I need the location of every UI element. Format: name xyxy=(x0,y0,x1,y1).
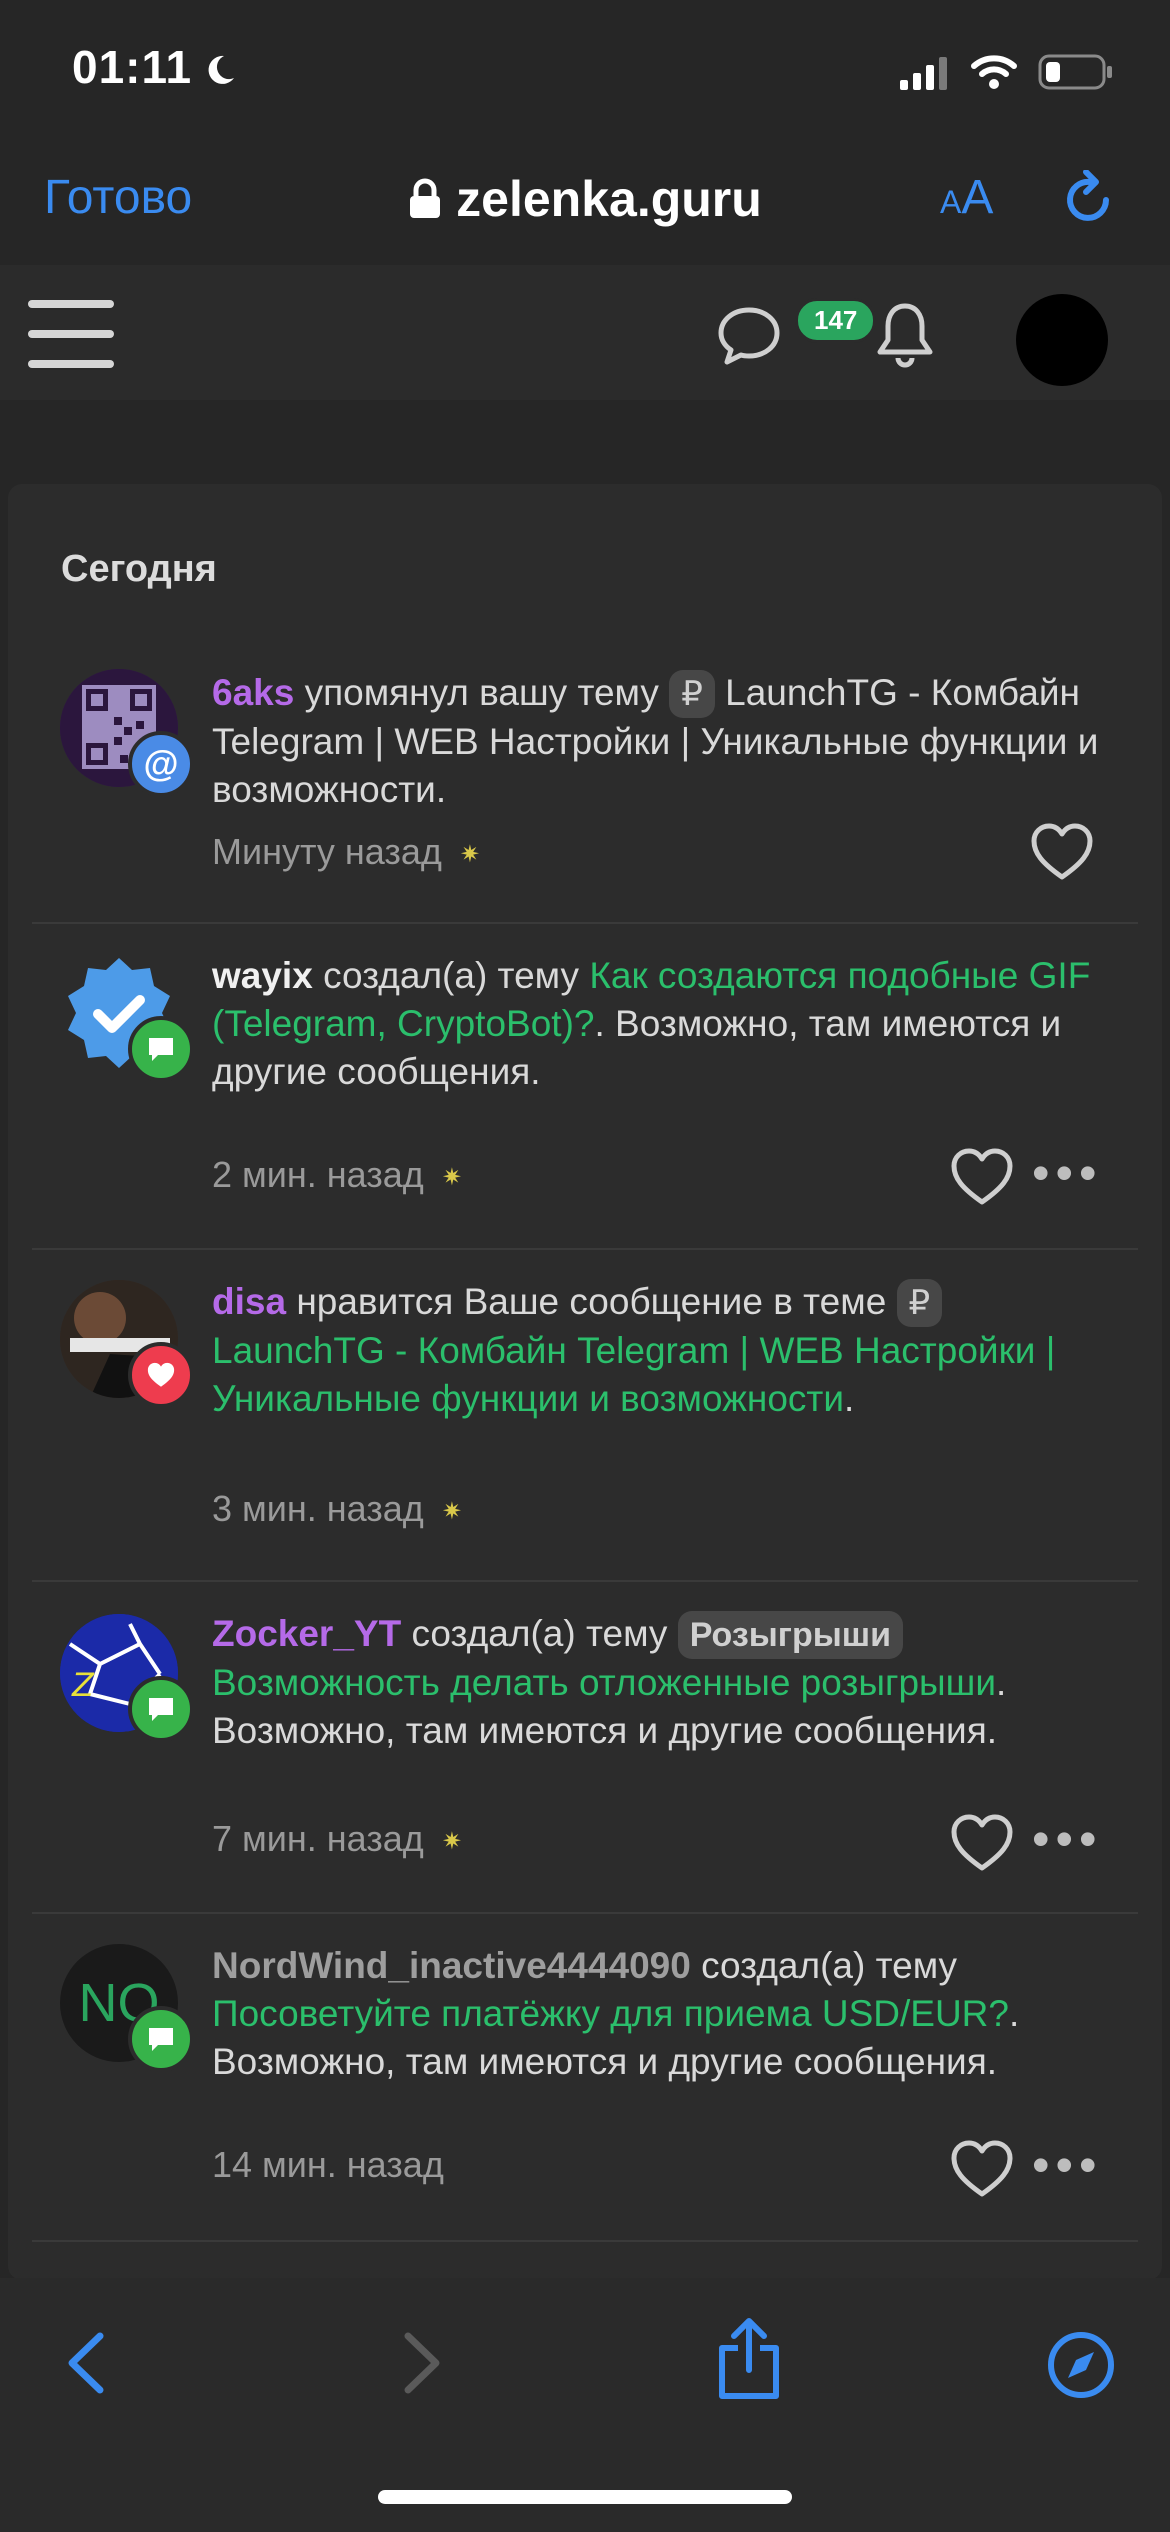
suffix-text: . xyxy=(844,1378,855,1419)
more-options-icon[interactable]: ••• xyxy=(1032,2136,1103,2194)
lock-icon xyxy=(410,178,441,218)
messages-icon[interactable] xyxy=(716,304,782,368)
action-text: создал(а) тему xyxy=(312,955,590,996)
more-options-icon[interactable]: ••• xyxy=(1032,1810,1103,1868)
time-text: Минуту назад xyxy=(212,831,442,872)
status-time: 01:11 xyxy=(72,41,193,93)
topic-link[interactable]: Возможность делать отложенные розыгрыши xyxy=(212,1662,996,1703)
share-icon[interactable] xyxy=(714,2316,784,2400)
username-link[interactable]: disa xyxy=(212,1281,286,1322)
reload-icon[interactable] xyxy=(1062,170,1118,226)
notification-item[interactable]: wayix создал(а) тему Как создаются подоб… xyxy=(32,924,1138,1249)
notification-time: 2 мин. назад ✷ xyxy=(212,1154,462,1196)
time-text: 2 мин. назад xyxy=(212,1154,424,1195)
notification-time: 7 мин. назад ✷ xyxy=(212,1818,462,1860)
notification-text: wayix создал(а) тему Как создаются подоб… xyxy=(212,952,1112,1096)
category-tag[interactable]: Розыгрыши xyxy=(677,1611,904,1659)
menu-icon[interactable] xyxy=(28,300,114,390)
action-text: создал(а) тему xyxy=(690,1945,958,1986)
action-text: создал(а) тему xyxy=(401,1613,678,1654)
text-size-small-a: A xyxy=(940,184,962,220)
notification-text: Zocker_YT создал(а) тему Розыгрыши Возмож… xyxy=(212,1610,1112,1755)
notification-item[interactable]: disa нравится Ваше сообщение в теме ₽ Lau… xyxy=(32,1250,1138,1580)
action-text: нравится Ваше сообщение в теме xyxy=(286,1281,897,1322)
bell-icon[interactable] xyxy=(874,300,936,370)
battery-icon xyxy=(1038,54,1112,90)
notification-item[interactable]: @ 6aks упомянул вашу тему ₽ LaunchTG - К… xyxy=(32,655,1138,920)
home-indicator xyxy=(378,2490,792,2504)
time-text: 14 мин. назад xyxy=(212,2144,444,2185)
topic-link[interactable]: Посоветуйте платёжку для приема USD/EUR? xyxy=(212,1993,1009,2034)
comment-badge-icon xyxy=(128,1676,194,1742)
profile-avatar[interactable] xyxy=(1016,294,1108,386)
notification-item[interactable]: NO NordWind_inactive4444090 создал(а) те… xyxy=(32,1914,1138,2239)
url-field[interactable]: zelenka.guru xyxy=(0,170,1170,228)
messages-count-badge: 147 xyxy=(795,298,877,343)
section-title: Сегодня xyxy=(61,548,217,590)
like-icon[interactable] xyxy=(950,1814,1014,1872)
text-size-button[interactable]: AA xyxy=(940,170,993,225)
prefix-tag: ₽ xyxy=(669,670,715,718)
divider xyxy=(32,2240,1138,2242)
username-link[interactable]: wayix xyxy=(212,955,313,996)
wifi-icon xyxy=(971,55,1017,89)
forward-icon[interactable] xyxy=(400,2330,446,2396)
action-text: упомянул вашу тему xyxy=(294,672,670,713)
mention-badge-icon: @ xyxy=(128,731,194,797)
notification-text: disa нравится Ваше сообщение в теме ₽ Lau… xyxy=(212,1278,1112,1423)
notification-time: Минуту назад ✷ xyxy=(212,831,480,873)
comment-badge-icon xyxy=(128,1016,194,1082)
like-icon[interactable] xyxy=(950,1148,1014,1206)
notification-item[interactable]: Z Zocker_YT создал(а) тему Розыгрыши Возм… xyxy=(32,1582,1138,1908)
back-icon[interactable] xyxy=(62,2330,108,2396)
signal-icon xyxy=(900,57,947,90)
username-link[interactable]: 6aks xyxy=(212,672,294,713)
notification-text: NordWind_inactive4444090 создал(а) тему … xyxy=(212,1942,1132,2086)
notification-time: 14 мин. назад xyxy=(212,2144,444,2186)
sparkle-icon: ✷ xyxy=(441,1497,462,1525)
compass-icon[interactable] xyxy=(1046,2330,1116,2400)
like-badge-icon xyxy=(128,1342,194,1408)
sparkle-icon: ✷ xyxy=(441,1163,462,1191)
like-icon[interactable] xyxy=(950,2140,1014,2198)
sparkle-icon: ✷ xyxy=(441,1827,462,1855)
topic-link[interactable]: LaunchTG - Комбайн Telegram | WEB Настро… xyxy=(212,1330,1055,1419)
username-link[interactable]: Zocker_YT xyxy=(212,1613,401,1654)
moon-icon xyxy=(208,55,234,84)
sparkle-icon: ✷ xyxy=(459,840,481,868)
svg-text:Z: Z xyxy=(71,1666,95,1704)
time-text: 3 мин. назад xyxy=(212,1488,424,1529)
url-text: zelenka.guru xyxy=(456,171,762,227)
status-bar: 01:11 xyxy=(0,0,1170,140)
comment-badge-icon xyxy=(128,2006,194,2072)
time-text: 7 мин. назад xyxy=(212,1818,424,1859)
notification-text: 6aks упомянул вашу тему ₽ LaunchTG - Ком… xyxy=(212,669,1112,814)
notification-time: 3 мин. назад ✷ xyxy=(212,1488,462,1530)
more-options-icon[interactable]: ••• xyxy=(1032,1144,1103,1202)
text-size-large-a: A xyxy=(961,171,994,224)
site-header xyxy=(0,265,1170,400)
prefix-tag: ₽ xyxy=(896,1279,943,1327)
username-link[interactable]: NordWind_inactive4444090 xyxy=(212,1945,691,1986)
like-icon[interactable] xyxy=(1030,823,1094,881)
